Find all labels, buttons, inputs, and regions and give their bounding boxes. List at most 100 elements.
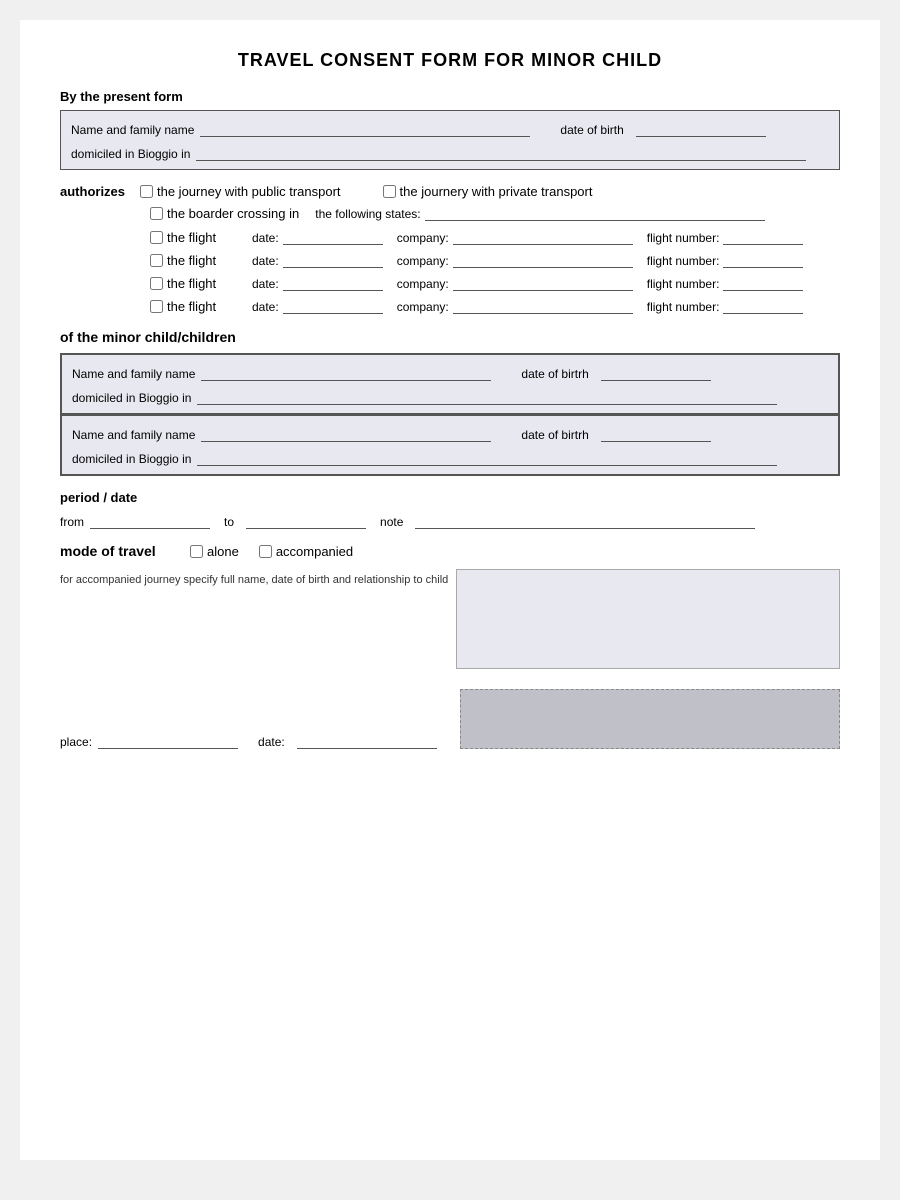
parent-name-input[interactable] — [200, 119, 530, 137]
flight-3-company-group: company: — [397, 273, 633, 291]
date-input[interactable] — [297, 731, 437, 749]
parent-dob-input[interactable] — [636, 119, 766, 137]
flight-4-label: the flight — [167, 299, 216, 314]
to-input[interactable] — [246, 511, 366, 529]
by-present-form-label: By the present form — [60, 89, 840, 104]
border-crossing-checkbox-item: the boarder crossing in — [150, 206, 299, 221]
public-transport-checkbox[interactable] — [140, 185, 153, 198]
flight-3-company-label: company: — [397, 277, 449, 291]
accompanied-label: accompanied — [276, 544, 353, 559]
border-crossing-label: the boarder crossing in — [167, 206, 299, 221]
place-input[interactable] — [98, 731, 238, 749]
flight-2-label: the flight — [167, 253, 216, 268]
flight-4-number-label: flight number: — [647, 300, 720, 314]
place-label: place: — [60, 735, 92, 749]
flight-4-number-input[interactable] — [723, 296, 803, 314]
border-states-input[interactable] — [425, 203, 765, 221]
transport-options: the journey with public transport the jo… — [140, 184, 604, 199]
mode-label: mode of travel — [60, 543, 190, 559]
child-1-domicile-row: domiciled in Bioggio in — [72, 387, 828, 405]
child-2-dob-label: date of birtrh — [521, 428, 588, 442]
flight-1-checkbox[interactable] — [150, 231, 163, 244]
flight-3-company-input[interactable] — [453, 273, 633, 291]
child-1-name-input[interactable] — [201, 363, 491, 381]
child-1-domicile-input[interactable] — [197, 387, 777, 405]
flight-2-number-group: flight number: — [647, 250, 804, 268]
flight-4-number-group: flight number: — [647, 296, 804, 314]
note-input[interactable] — [415, 511, 755, 529]
flight-2-company-group: company: — [397, 250, 633, 268]
flight-2-checkbox[interactable] — [150, 254, 163, 267]
flight-4-company-label: company: — [397, 300, 449, 314]
alone-checkbox[interactable] — [190, 545, 203, 558]
parent-info-box: Name and family name date of birth domic… — [60, 110, 840, 170]
flight-3-checkbox[interactable] — [150, 277, 163, 290]
accompanied-checkbox-item: accompanied — [259, 544, 353, 559]
flight-1-number-group: flight number: — [647, 227, 804, 245]
border-crossing-checkbox[interactable] — [150, 207, 163, 220]
child-2-domicile-input[interactable] — [197, 448, 777, 466]
children-box: Name and family name date of birtrh domi… — [60, 353, 840, 476]
date-label: date: — [258, 735, 285, 749]
flight-1-number-input[interactable] — [723, 227, 803, 245]
flight-3-label: the flight — [167, 276, 216, 291]
flight-3-number-group: flight number: — [647, 273, 804, 291]
following-states-label: the following states: — [315, 207, 420, 221]
flight-2-checkbox-item: the flight — [150, 253, 240, 268]
period-row: from to note — [60, 511, 840, 529]
flight-row-3: the flight date: company: flight number: — [150, 273, 840, 291]
bottom-row: place: date: — [60, 689, 840, 749]
flight-3-number-input[interactable] — [723, 273, 803, 291]
alone-label: alone — [207, 544, 239, 559]
child-1-name-row: Name and family name date of birtrh — [72, 363, 828, 381]
flight-3-date-group: date: — [252, 273, 383, 291]
child-2-name-row: Name and family name date of birtrh — [72, 424, 828, 442]
signature-box — [460, 689, 840, 749]
flight-1-company-input[interactable] — [453, 227, 633, 245]
child-2-dob-input[interactable] — [601, 424, 711, 442]
child-2-domicile-label: domiciled in Bioggio in — [72, 452, 191, 466]
flight-2-date-label: date: — [252, 254, 279, 268]
child-1-dob-input[interactable] — [601, 363, 711, 381]
flight-rows: the flight date: company: flight number: — [150, 227, 840, 319]
to-label: to — [224, 515, 234, 529]
note-label: note — [380, 515, 403, 529]
flight-4-date-label: date: — [252, 300, 279, 314]
accompanied-details-textarea[interactable] — [456, 569, 840, 669]
flight-4-company-group: company: — [397, 296, 633, 314]
flight-4-date-group: date: — [252, 296, 383, 314]
flight-3-date-label: date: — [252, 277, 279, 291]
flight-4-date-input[interactable] — [283, 296, 383, 314]
from-input[interactable] — [90, 511, 210, 529]
flight-1-company-label: company: — [397, 231, 449, 245]
parent-dob-label: date of birth — [560, 123, 623, 137]
flight-2-company-input[interactable] — [453, 250, 633, 268]
minor-section-heading: of the minor child/children — [60, 329, 840, 345]
period-heading: period / date — [60, 490, 840, 505]
private-transport-checkbox[interactable] — [383, 185, 396, 198]
flight-2-number-label: flight number: — [647, 254, 720, 268]
period-section: period / date from to note — [60, 490, 840, 529]
public-transport-label: the journey with public transport — [157, 184, 341, 199]
child-1-name-label: Name and family name — [72, 367, 195, 381]
child-1-dob-label: date of birtrh — [521, 367, 588, 381]
bottom-left: place: date: — [60, 731, 440, 749]
private-transport-label: the journery with private transport — [400, 184, 593, 199]
parent-domicile-input[interactable] — [196, 143, 806, 161]
flight-1-number-label: flight number: — [647, 231, 720, 245]
parent-name-label: Name and family name — [71, 123, 194, 137]
flight-2-number-input[interactable] — [723, 250, 803, 268]
flight-4-company-input[interactable] — [453, 296, 633, 314]
flight-2-company-label: company: — [397, 254, 449, 268]
accompanied-checkbox[interactable] — [259, 545, 272, 558]
flight-4-checkbox[interactable] — [150, 300, 163, 313]
authorizes-transport-row: authorizes the journey with public trans… — [60, 184, 840, 199]
flight-1-date-input[interactable] — [283, 227, 383, 245]
flight-3-checkbox-item: the flight — [150, 276, 240, 291]
flight-3-date-input[interactable] — [283, 273, 383, 291]
flight-2-date-input[interactable] — [283, 250, 383, 268]
flight-1-date-label: date: — [252, 231, 279, 245]
from-label: from — [60, 515, 84, 529]
child-2-name-input[interactable] — [201, 424, 491, 442]
alone-checkbox-item: alone — [190, 544, 239, 559]
